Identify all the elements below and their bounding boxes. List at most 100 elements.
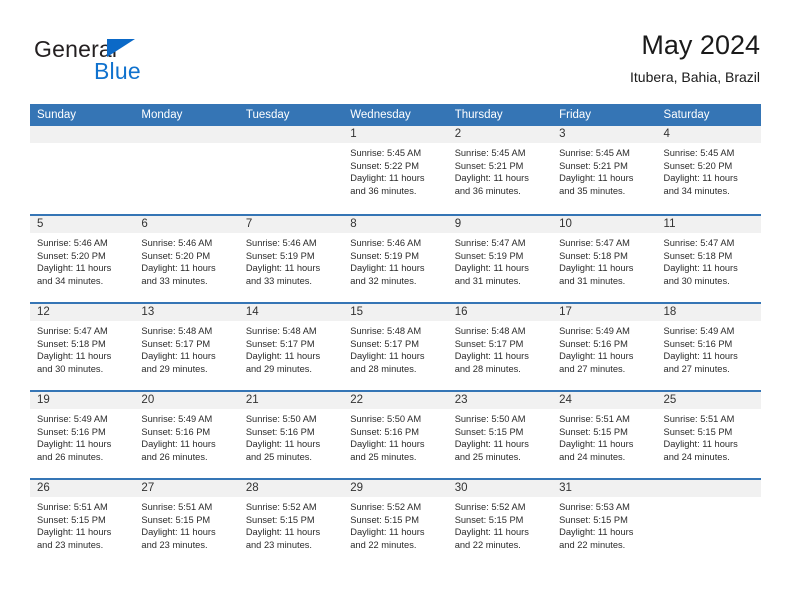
sunset-text: Sunset: 5:17 PM [454,338,524,349]
day-cell[interactable]: 31 Sunrise: 5:53 AM Sunset: 5:15 PM Dayligh… [552,480,657,566]
weekday-header-row: Sunday Monday Tuesday Wednesday Thursday Frid… [30,104,761,126]
day-number: 11 [656,216,761,233]
sunset-text: Sunset: 5:16 PM [141,426,211,437]
day-cell[interactable]: 22 Sunrise: 5:50 AM Sunset: 5:16 PM Dayligh… [343,392,448,478]
day-number: 17 [552,304,657,321]
weekday-header-thursday: Thursday [454,109,503,121]
day-cell[interactable]: 4 Sunrise: 5:45 AM Sunset: 5:20 PM Daylight… [656,126,761,214]
sunset-text: Sunset: 5:16 PM [559,338,628,349]
day-details: Sunrise: 5:46 AM Sunset: 5:19 PM Daylight:… [239,233,343,287]
daylight-text: Daylight: 11 hours and 29 minutes. [245,351,321,374]
day-number: 23 [447,392,553,409]
sunset-text: Sunset: 5:17 PM [245,338,315,349]
sunset-text: Sunset: 5:22 PM [350,160,419,171]
sunrise-text: Sunrise: 5:46 AM [245,238,317,248]
day-number [30,126,135,143]
day-details: Sunrise: 5:46 AM Sunset: 5:20 PM Daylight:… [134,233,238,287]
day-cell[interactable]: 16 Sunrise: 5:48 AM Sunset: 5:17 PM Dayligh… [447,304,553,390]
daylight-text: Daylight: 11 hours and 36 minutes. [350,173,425,196]
sunrise-text: Sunrise: 5:49 AM [663,326,735,336]
day-cell[interactable]: 17 Sunrise: 5:49 AM Sunset: 5:16 PM Dayligh… [552,304,657,390]
day-cell[interactable]: 19 Sunrise: 5:49 AM Sunset: 5:16 PM Dayligh… [30,392,135,478]
day-cell[interactable]: 13 Sunrise: 5:48 AM Sunset: 5:17 PM Dayligh… [134,304,239,390]
day-cell[interactable]: 23 Sunrise: 5:50 AM Sunset: 5:15 PM Dayligh… [447,392,553,478]
sunset-text: Sunset: 5:16 PM [245,426,315,437]
day-cell[interactable]: 6 Sunrise: 5:46 AM Sunset: 5:20 PM Daylight… [134,216,239,302]
sunrise-text: Sunrise: 5:50 AM [350,414,422,424]
sunrise-text: Sunrise: 5:47 AM [454,238,526,248]
day-cell-empty [238,126,344,214]
day-cell[interactable]: 25 Sunrise: 5:51 AM Sunset: 5:15 PM Dayligh… [656,392,761,478]
calendar-grid: Sunday Monday Tuesday Wednesday Thursday Frid… [30,104,761,566]
daylight-text: Daylight: 11 hours and 22 minutes. [350,527,425,550]
day-details: Sunrise: 5:51 AM Sunset: 5:15 PM Daylight:… [134,497,238,551]
day-cell[interactable]: 18 Sunrise: 5:49 AM Sunset: 5:16 PM Dayligh… [656,304,761,390]
day-details: Sunrise: 5:47 AM Sunset: 5:19 PM Daylight:… [448,233,552,287]
sunset-text: Sunset: 5:21 PM [454,160,524,171]
day-cell[interactable]: 8 Sunrise: 5:46 AM Sunset: 5:19 PM Daylight… [343,216,448,302]
day-cell[interactable]: 14 Sunrise: 5:48 AM Sunset: 5:17 PM Dayligh… [238,304,344,390]
day-cell[interactable]: 2 Sunrise: 5:45 AM Sunset: 5:21 PM Daylight… [447,126,553,214]
sunrise-text: Sunrise: 5:51 AM [37,502,108,512]
general-blue-logo[interactable]: General Blue [34,36,234,92]
daylight-text: Daylight: 11 hours and 23 minutes. [141,527,216,550]
sunrise-text: Sunrise: 5:48 AM [245,326,317,336]
day-details: Sunrise: 5:49 AM Sunset: 5:16 PM Daylight:… [30,409,134,463]
day-cell[interactable]: 12 Sunrise: 5:47 AM Sunset: 5:18 PM Dayligh… [30,304,135,390]
daylight-text: Daylight: 11 hours and 25 minutes. [245,439,321,462]
day-cell[interactable]: 5 Sunrise: 5:46 AM Sunset: 5:20 PM Daylight… [30,216,135,302]
day-cell[interactable]: 27 Sunrise: 5:51 AM Sunset: 5:15 PM Dayligh… [134,480,239,566]
day-cell[interactable]: 21 Sunrise: 5:50 AM Sunset: 5:16 PM Dayligh… [238,392,344,478]
day-cell[interactable]: 28 Sunrise: 5:52 AM Sunset: 5:15 PM Dayligh… [238,480,344,566]
day-cell[interactable]: 7 Sunrise: 5:46 AM Sunset: 5:19 PM Daylight… [238,216,344,302]
daylight-text: Daylight: 11 hours and 27 minutes. [663,351,738,374]
day-details: Sunrise: 5:49 AM Sunset: 5:16 PM Daylight:… [552,321,656,375]
day-cell[interactable]: 9 Sunrise: 5:47 AM Sunset: 5:19 PM Daylight… [447,216,553,302]
day-number: 1 [343,126,448,143]
day-details: Sunrise: 5:51 AM Sunset: 5:15 PM Daylight:… [552,409,656,463]
week-row: 19 Sunrise: 5:49 AM Sunset: 5:16 PM Dayligh… [30,390,761,478]
daylight-text: Daylight: 11 hours and 33 minutes. [245,263,321,286]
sunrise-text: Sunrise: 5:48 AM [350,326,422,336]
day-cell[interactable]: 20 Sunrise: 5:49 AM Sunset: 5:16 PM Dayligh… [134,392,239,478]
day-details: Sunrise: 5:47 AM Sunset: 5:18 PM Daylight:… [552,233,656,287]
day-cell[interactable]: 3 Sunrise: 5:45 AM Sunset: 5:21 PM Daylight… [552,126,657,214]
daylight-text: Daylight: 11 hours and 22 minutes. [559,527,634,550]
sunrise-text: Sunrise: 5:45 AM [454,148,526,158]
day-cell[interactable]: 10 Sunrise: 5:47 AM Sunset: 5:18 PM Dayligh… [552,216,657,302]
daylight-text: Daylight: 11 hours and 34 minutes. [663,173,738,196]
day-cell[interactable]: 29 Sunrise: 5:52 AM Sunset: 5:15 PM Dayligh… [343,480,448,566]
daylight-text: Daylight: 11 hours and 32 minutes. [350,263,425,286]
day-number [134,126,239,143]
day-number: 5 [30,216,135,233]
day-details: Sunrise: 5:48 AM Sunset: 5:17 PM Daylight:… [239,321,343,375]
sunrise-text: Sunrise: 5:46 AM [350,238,422,248]
daylight-text: Daylight: 11 hours and 27 minutes. [559,351,634,374]
day-number: 22 [343,392,448,409]
week-row: 12 Sunrise: 5:47 AM Sunset: 5:18 PM Dayligh… [30,302,761,390]
day-details: Sunrise: 5:49 AM Sunset: 5:16 PM Daylight:… [134,409,238,463]
day-cell[interactable]: 1 Sunrise: 5:45 AM Sunset: 5:22 PM Daylight… [343,126,448,214]
week-row: 26 Sunrise: 5:51 AM Sunset: 5:15 PM Dayligh… [30,478,761,566]
daylight-text: Daylight: 11 hours and 24 minutes. [559,439,634,462]
daylight-text: Daylight: 11 hours and 23 minutes. [37,527,112,550]
day-number: 29 [343,480,448,497]
daylight-text: Daylight: 11 hours and 35 minutes. [559,173,634,196]
sunset-text: Sunset: 5:15 PM [245,514,315,525]
daylight-text: Daylight: 11 hours and 36 minutes. [454,173,529,196]
day-cell[interactable]: 15 Sunrise: 5:48 AM Sunset: 5:17 PM Dayligh… [343,304,448,390]
day-details: Sunrise: 5:52 AM Sunset: 5:15 PM Daylight:… [448,497,552,551]
day-cell[interactable]: 11 Sunrise: 5:47 AM Sunset: 5:18 PM Dayligh… [656,216,761,302]
day-number: 15 [343,304,448,321]
day-cell[interactable]: 26 Sunrise: 5:51 AM Sunset: 5:15 PM Dayligh… [30,480,135,566]
sunset-text: Sunset: 5:15 PM [37,514,106,525]
day-cell[interactable]: 24 Sunrise: 5:51 AM Sunset: 5:15 PM Dayligh… [552,392,657,478]
day-number: 24 [552,392,657,409]
sunrise-text: Sunrise: 5:51 AM [559,414,630,424]
sunrise-text: Sunrise: 5:51 AM [663,414,735,424]
week-row: 1 Sunrise: 5:45 AM Sunset: 5:22 PM Daylight… [30,126,761,214]
sunrise-text: Sunrise: 5:45 AM [350,148,422,158]
day-number: 13 [134,304,239,321]
day-cell[interactable]: 30 Sunrise: 5:52 AM Sunset: 5:15 PM Dayligh… [447,480,553,566]
day-details: Sunrise: 5:45 AM Sunset: 5:20 PM Daylight:… [657,143,761,197]
